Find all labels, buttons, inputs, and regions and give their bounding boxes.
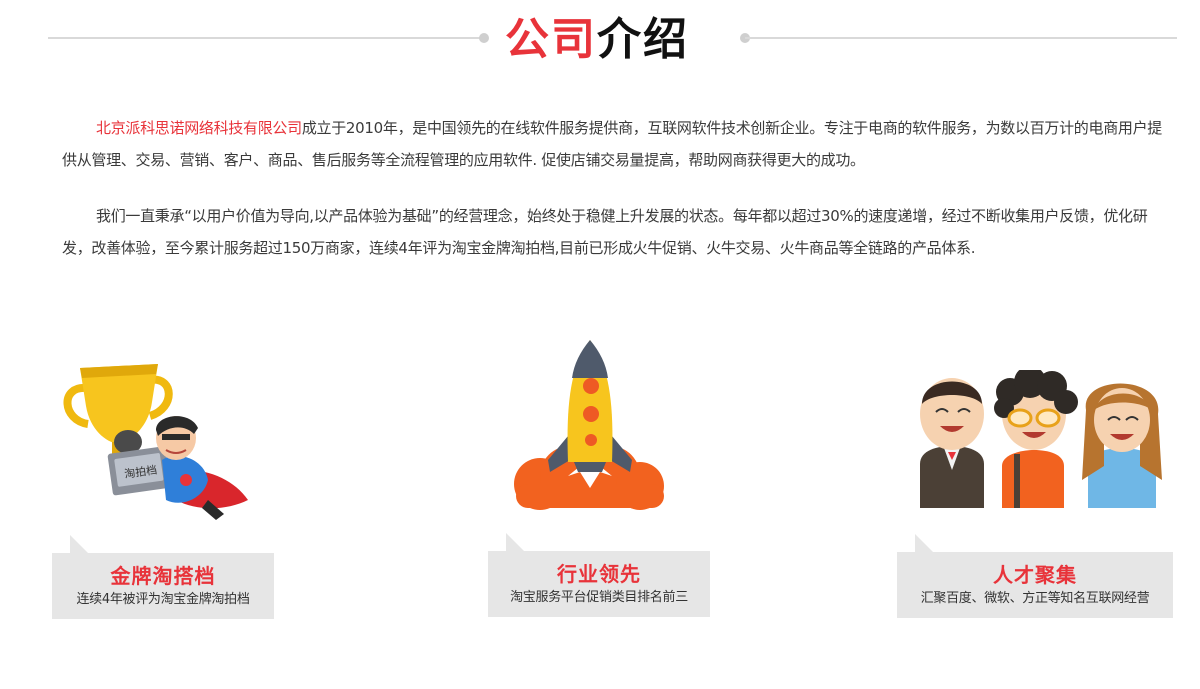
section-title-red: 公司 (505, 14, 597, 65)
intro-paragraph-2: 我们一直秉承“以用户价值为导向,以产品体验为基础”的经营理念，始终处于稳健上升发… (62, 207, 1148, 257)
trophy-superhero-icon: 淘拍档 (58, 350, 250, 522)
heading-divider-left (48, 37, 480, 39)
card-notch (70, 535, 88, 553)
section-title-dark: 介绍 (597, 14, 689, 65)
section-title: 公司介绍 (505, 12, 725, 68)
feature-card-title: 人才聚集 (993, 563, 1077, 587)
heading-dot-left (479, 33, 489, 43)
feature-card-gold-partner: 金牌淘搭档 连续4年被评为淘宝金牌淘拍档 (52, 535, 274, 619)
feature-card-subtitle: 汇聚百度、微软、方正等知名互联网经营 (920, 591, 1150, 606)
company-name: 北京派科思诺网络科技有限公司 (96, 119, 302, 137)
feature-card-industry-leader: 行业领先 淘宝服务平台促销类目排名前三 (488, 533, 710, 617)
rocket-icon (510, 336, 670, 516)
feature-card-subtitle: 连续4年被评为淘宝金牌淘拍档 (76, 592, 250, 607)
intro-paragraph-1: 北京派科思诺网络科技有限公司成立于2010年，是中国领先的在线软件服务提供商，互… (62, 112, 1162, 176)
team-people-icon (912, 370, 1168, 510)
feature-card-title: 金牌淘搭档 (110, 564, 216, 588)
heading-divider-right (745, 37, 1177, 39)
feature-card-subtitle: 淘宝服务平台促销类目排名前三 (510, 590, 688, 605)
card-notch (506, 533, 524, 551)
feature-card-talent: 人才聚集 汇聚百度、微软、方正等知名互联网经营 (897, 534, 1173, 618)
feature-card-title: 行业领先 (557, 562, 641, 586)
card-notch (915, 534, 933, 552)
